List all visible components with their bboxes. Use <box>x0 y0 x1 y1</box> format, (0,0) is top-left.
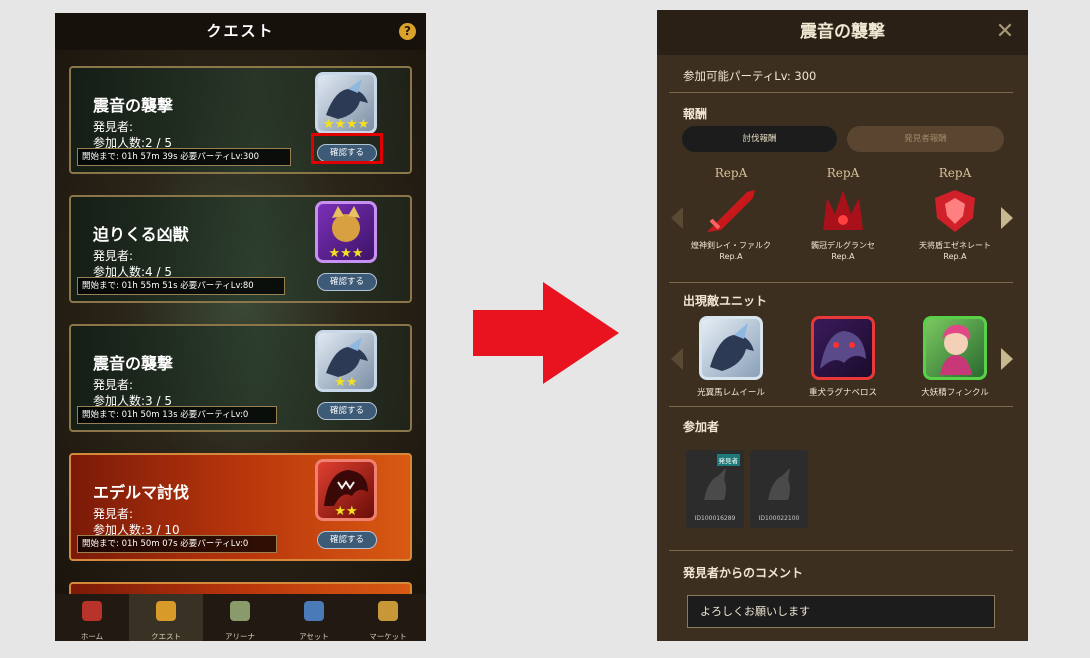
rarity-stars: ★★★ <box>328 246 364 261</box>
crown-icon <box>823 190 863 230</box>
monster-icon: ★★ <box>315 330 377 392</box>
participants-heading: 参加者 <box>683 420 720 434</box>
reward-name: 煌神剣レイ・ファルク <box>691 241 771 250</box>
quest-finder: 発見者: <box>93 249 134 263</box>
quest-info: 開始まで: 01h 55m 51s 必要パーティLv:80 <box>77 277 285 295</box>
nav-label: クエスト <box>151 632 181 641</box>
detail-header: 震音の襲撃 ✕ <box>657 10 1028 55</box>
enemy-unit[interactable]: 重犬ラグナベロス <box>788 316 898 398</box>
quest-title: 震音の襲撃 <box>93 96 174 115</box>
sword-icon <box>707 190 755 232</box>
silhouette-icon <box>704 468 726 500</box>
tab-subjugation-reward[interactable]: 討伐報酬 <box>682 126 837 152</box>
fairy-icon <box>923 316 987 380</box>
help-icon[interactable]: ? <box>399 23 416 40</box>
silhouette-icon <box>768 468 790 500</box>
reward-name: 天将盾エゼネレート <box>919 241 991 250</box>
party-level: 参加可能パーティLv: 300 <box>683 69 817 83</box>
quest-card[interactable] <box>69 582 412 594</box>
quest-card[interactable]: 迫りくる凶獣 発見者: 参加人数:4 / 5 開始まで: 01h 55m 51s… <box>69 195 412 303</box>
reward-name: 髑冠デルグランセ <box>811 241 875 250</box>
quest-title: 震音の襲撃 <box>93 354 174 373</box>
hellhound-icon <box>811 316 875 380</box>
reward-grade: Rep.A <box>943 252 967 261</box>
reward-rank: RepA <box>714 166 748 180</box>
reward-item[interactable]: RepA 髑冠デルグランセ Rep.A <box>788 166 898 262</box>
participant-id: ID100022100 <box>758 515 800 522</box>
divider <box>669 282 1013 283</box>
quest-list: 震音の襲撃 発見者: 参加人数:2 / 5 開始まで: 01h 57m 39s … <box>55 50 426 594</box>
quest-header: クエスト ? <box>55 13 426 50</box>
quest-info: 開始まで: 01h 50m 13s 必要パーティLv:0 <box>77 406 277 424</box>
nav-home[interactable]: ホーム <box>55 594 129 641</box>
rewards-heading: 報酬 <box>683 107 708 121</box>
asset-icon <box>304 601 324 621</box>
quest-card[interactable]: 震音の襲撃 発見者: 参加人数:3 / 5 開始まで: 01h 50m 13s … <box>69 324 412 432</box>
reward-item[interactable]: RepA 天将盾エゼネレート Rep.A <box>900 166 1010 262</box>
comment-heading: 発見者からのコメント <box>683 566 804 580</box>
market-icon <box>378 601 398 621</box>
enemy-unit[interactable]: 大妖精フィンクル <box>900 316 1010 398</box>
quest-finder: 発見者: <box>93 378 134 392</box>
pegasus-icon <box>699 316 763 380</box>
nav-asset[interactable]: アセット <box>277 594 351 641</box>
quest-finder: 発見者: <box>93 120 134 134</box>
reward-item[interactable]: RepA 煌神剣レイ・ファルク Rep.A <box>676 166 786 262</box>
shield-icon <box>935 190 975 232</box>
home-icon <box>82 601 102 621</box>
quest-list-screen: クエスト ? 震音の襲撃 発見者: 参加人数:2 / 5 開始まで: 01h 5… <box>55 13 426 641</box>
nav-label: マーケット <box>369 632 407 641</box>
reward-rank: RepA <box>826 166 860 180</box>
right-arrow-icon <box>473 282 619 384</box>
monster-icon: ★★★★ <box>315 72 377 134</box>
divider <box>669 550 1013 551</box>
quest-detail-screen: 震音の襲撃 ✕ 参加可能パーティLv: 300 報酬 討伐報酬 発見者報酬 Re… <box>657 10 1028 641</box>
quest-info: 開始まで: 01h 57m 39s 必要パーティLv:300 <box>77 148 291 166</box>
participant-slot[interactable]: ID100022100 <box>750 450 808 528</box>
rarity-stars: ★★★★ <box>322 117 370 132</box>
highlight-box <box>311 133 383 164</box>
quest-title: エデルマ討伐 <box>93 483 190 502</box>
quest-finder: 発見者: <box>93 507 134 521</box>
arena-icon <box>230 601 250 621</box>
enemies-heading: 出現敵ユニット <box>683 294 768 308</box>
tab-finder-reward[interactable]: 発見者報酬 <box>847 126 1004 152</box>
reward-grade: Rep.A <box>719 252 743 261</box>
participant-id: ID100016289 <box>694 515 736 522</box>
quest-title: 迫りくる凶獣 <box>93 225 189 244</box>
confirm-button[interactable]: 確認する <box>317 273 377 291</box>
bottom-nav: ホーム クエスト アリーナ アセット マーケット <box>55 594 426 641</box>
reward-rank: RepA <box>938 166 972 180</box>
enemy-name: 大妖精フィンクル <box>921 388 989 398</box>
quest-card[interactable]: エデルマ討伐 発見者: 参加人数:3 / 10 開始まで: 01h 50m 07… <box>69 453 412 561</box>
participant-slot[interactable]: 発見者 ID100016289 <box>686 450 744 528</box>
detail-title: 震音の襲撃 <box>800 22 885 42</box>
nav-market[interactable]: マーケット <box>351 594 425 641</box>
nav-label: ホーム <box>80 632 104 641</box>
quest-info: 開始まで: 01h 50m 07s 必要パーティLv:0 <box>77 535 277 553</box>
enemy-unit[interactable]: 光翼馬レムイール <box>676 316 786 398</box>
enemy-name: 光翼馬レムイール <box>697 388 765 398</box>
reward-grade: Rep.A <box>831 252 855 261</box>
enemy-name: 重犬ラグナベロス <box>808 388 877 398</box>
rarity-stars: ★★ <box>334 375 358 390</box>
nav-label: アリーナ <box>225 632 255 641</box>
monster-icon: ★★★ <box>315 201 377 263</box>
nav-quest[interactable]: クエスト <box>129 594 203 641</box>
monster-icon: ★★ <box>315 459 377 521</box>
confirm-button[interactable]: 確認する <box>317 402 377 420</box>
close-icon[interactable]: ✕ <box>994 21 1016 43</box>
divider <box>669 92 1013 93</box>
page-title: クエスト <box>206 22 275 40</box>
confirm-button[interactable]: 確認する <box>317 531 377 549</box>
rarity-stars: ★★ <box>334 504 358 519</box>
nav-label: アセット <box>299 632 329 641</box>
divider <box>669 406 1013 407</box>
comment-box: よろしくお願いします <box>687 595 995 628</box>
quest-icon <box>156 601 176 621</box>
nav-arena[interactable]: アリーナ <box>203 594 277 641</box>
